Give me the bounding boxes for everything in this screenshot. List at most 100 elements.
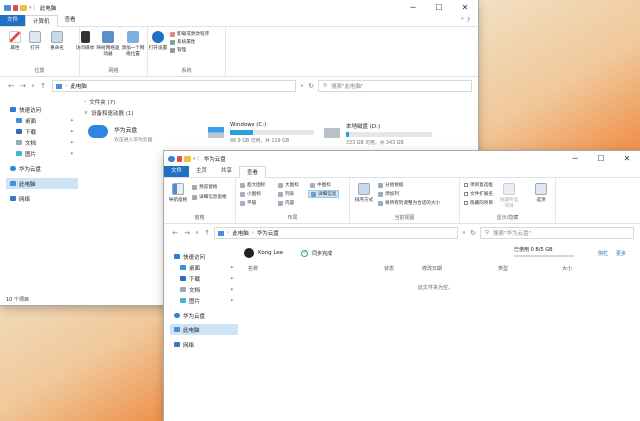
recent-dropdown-icon[interactable]: ∨ (192, 230, 202, 236)
access-media-button[interactable]: 访问媒体 (73, 31, 97, 51)
options-button[interactable]: 选项 (530, 183, 552, 203)
layout-medium-icons[interactable]: 中图标 (310, 182, 331, 188)
tab-view[interactable]: 查看 (239, 166, 267, 178)
nav-this-pc[interactable]: 此电脑 (6, 178, 78, 189)
size-all-columns-button[interactable]: 将所有列调整为合适的大小 (378, 200, 440, 206)
tab-home[interactable]: 主页 (189, 165, 214, 177)
breadcrumb-huawei-cloud[interactable]: 华为云盘 (257, 229, 279, 237)
column-name[interactable]: 名称 (248, 265, 258, 272)
manage-button[interactable]: 管理 (170, 47, 186, 53)
refresh-button[interactable]: ↻ (306, 82, 316, 90)
add-columns-button[interactable]: 添加列 (378, 191, 399, 197)
rename-button[interactable]: 重命名 (47, 31, 67, 51)
column-modified[interactable]: 修改日期 (422, 265, 442, 272)
column-size[interactable]: 大小 (562, 265, 572, 272)
qat-dropdown-icon[interactable]: ▾ | (29, 5, 35, 11)
hidden-items-toggle[interactable]: 隐藏的项目 (464, 200, 493, 206)
minimize-button[interactable]: ─ (400, 0, 426, 15)
preview-pane-button[interactable]: 预览窗格 (192, 184, 217, 190)
drive-d[interactable]: 本地磁盘 (D:) 333 GB 可用，共 343 GB (324, 122, 432, 146)
nav-documents[interactable]: 文档 ✦ (6, 137, 78, 148)
recent-dropdown-icon[interactable]: ∨ (28, 83, 38, 89)
maximize-button[interactable]: ☐ (426, 0, 452, 15)
nav-network[interactable]: 网络 (6, 193, 78, 204)
tab-share[interactable]: 共享 (214, 165, 239, 177)
uninstall-program-button[interactable]: 卸载或更改程序 (170, 31, 209, 37)
tab-file[interactable]: 文件 (164, 165, 190, 177)
ribbon-collapse-icon[interactable]: ⌃ ? (460, 17, 470, 24)
nav-quick-access[interactable]: 快速访问 (170, 251, 238, 262)
details-pane-button[interactable]: 详细信息窗格 (192, 194, 227, 200)
item-checkboxes-toggle[interactable]: 项目复选框 (464, 182, 493, 188)
open-settings-button[interactable]: 打开设置 (148, 31, 168, 51)
back-button[interactable]: ← (170, 229, 180, 237)
nav-huawei-cloud[interactable]: 华为云盘 (6, 163, 78, 174)
map-network-drive-button[interactable]: 映射网络驱动器 (95, 31, 121, 57)
up-button[interactable]: ↑ (202, 229, 212, 237)
close-button[interactable]: ✕ (452, 0, 478, 15)
up-button[interactable]: ↑ (38, 82, 48, 90)
search-box[interactable]: ⚲ 搜索"此电脑" (318, 80, 472, 92)
address-bar[interactable]: › 此电脑 › 华为云盘 (214, 227, 458, 239)
avatar[interactable] (244, 248, 254, 258)
hide-selected-button[interactable]: 隐藏所选项目 (498, 183, 520, 209)
refresh-button[interactable]: ↻ (468, 229, 478, 237)
sidebar-link[interactable]: 侧栏 (598, 250, 608, 257)
nav-this-pc[interactable]: 此电脑 (170, 324, 238, 335)
nav-desktop[interactable]: 桌面 ✦ (170, 262, 238, 273)
nav-downloads[interactable]: 下载 ✦ (170, 273, 238, 284)
column-status[interactable]: 状态 (384, 265, 394, 272)
nav-huawei-cloud[interactable]: 华为云盘 (170, 310, 238, 321)
system-properties-button[interactable]: 系统属性 (170, 39, 195, 45)
checkbox[interactable] (464, 183, 468, 187)
folder-qat-icon[interactable] (184, 155, 191, 162)
checkbox[interactable] (464, 201, 468, 205)
properties-qat-icon[interactable] (177, 155, 182, 162)
nav-documents[interactable]: 文档 ✦ (170, 284, 238, 295)
nav-network[interactable]: 网络 (170, 339, 238, 350)
properties-button[interactable]: 属性 (5, 31, 25, 51)
layout-content[interactable]: 内容 (278, 200, 294, 206)
layout-details[interactable]: 详细信息 (308, 190, 340, 198)
layout-tiles[interactable]: 平铺 (240, 200, 256, 206)
sort-by-button[interactable]: 排序方式 (352, 183, 376, 203)
nav-downloads[interactable]: 下载 ✦ (6, 126, 78, 137)
navigation-pane-button[interactable]: 导航窗格 (166, 183, 190, 203)
more-link[interactable]: 更多 (616, 250, 626, 257)
nav-desktop[interactable]: 桌面 ✦ (6, 115, 78, 126)
layout-extra-large-icons[interactable]: 超大图标 (240, 182, 265, 188)
minimize-button[interactable]: ─ (562, 151, 588, 166)
close-button[interactable]: ✕ (614, 151, 640, 166)
forward-button[interactable]: → (18, 82, 28, 90)
maximize-button[interactable]: ☐ (588, 151, 614, 166)
drive-c-space: 86.9 GB 可用，共 119 GB (230, 139, 290, 144)
forward-button[interactable]: → (182, 229, 192, 237)
file-extensions-toggle[interactable]: 文件扩展名 (464, 191, 493, 197)
nav-quick-access[interactable]: 快速访问 (6, 104, 78, 115)
tab-view[interactable]: 查看 (58, 14, 83, 26)
devices-group-header[interactable]: ∨ 设备和驱动器 (1) (84, 108, 474, 118)
tab-file[interactable]: 文件 (0, 14, 26, 26)
drive-c[interactable]: Windows (C:) 86.9 GB 可用，共 119 GB (208, 122, 314, 144)
user-name[interactable]: Kong Lee (258, 250, 283, 256)
properties-qat-icon[interactable] (13, 4, 18, 11)
breadcrumb-this-pc[interactable]: 此电脑 (232, 229, 249, 237)
checkbox[interactable] (464, 192, 468, 196)
group-by-button[interactable]: 分组依据 (378, 182, 403, 188)
back-button[interactable]: ← (6, 82, 16, 90)
layout-small-icons[interactable]: 小图标 (240, 191, 261, 197)
folders-group-header[interactable]: › 文件夹 (7) (84, 97, 474, 107)
tab-computer[interactable]: 计算机 (25, 15, 58, 27)
huawei-cloud-item[interactable]: 华为云盘 双击进入华为云盘 (88, 125, 204, 143)
add-network-location-button[interactable]: 添加一个网络位置 (120, 31, 146, 57)
search-box[interactable]: ⚲ 搜索"华为云盘" (480, 227, 634, 239)
layout-large-icons[interactable]: 大图标 (278, 182, 299, 188)
folder-qat-icon[interactable] (20, 4, 27, 11)
open-button[interactable]: 打开 (25, 31, 45, 51)
column-type[interactable]: 类型 (498, 265, 508, 272)
nav-pictures[interactable]: 图片 ✦ (6, 148, 78, 159)
nav-pictures[interactable]: 图片 ✦ (170, 295, 238, 306)
qat-dropdown-icon[interactable]: ▾ | (193, 156, 199, 162)
address-bar[interactable]: › 此电脑 (52, 80, 296, 92)
layout-list[interactable]: 列表 (278, 191, 294, 197)
